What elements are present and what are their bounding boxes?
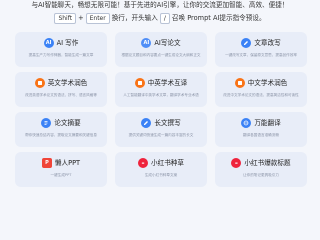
- long-text-icon: [141, 118, 152, 128]
- intro-text: 与AI智能聊天，畅想无限可能！基于先进的AI引擎，让你的交流更加智能、高效、便捷…: [31, 1, 289, 9]
- paper-icon: AI: [141, 38, 152, 48]
- card-desc: 人工智能翻译中英学术文章，翻译学术专业术语: [123, 93, 199, 97]
- card-desc: 改进英语学术论文的语法、拼写、语言风格等: [25, 93, 97, 97]
- shift-key-badge: Shift: [54, 12, 77, 24]
- card-ai-paper[interactable]: AI AI写论文 根据论文题目和内容要点一键生成论文大纲和正文: [115, 32, 207, 67]
- card-desc: 根据论文题目和内容要点一键生成论文大纲和正文: [121, 53, 201, 57]
- card-title: 小红书种草: [151, 158, 184, 167]
- card-abstract[interactable]: 论文摘要 帮你快速总结内容，提取论文摘要和关键信息: [15, 112, 107, 147]
- card-title: 万能翻译: [254, 118, 281, 127]
- cn-polish-icon: [234, 78, 245, 88]
- slash-key-badge: /: [159, 12, 170, 24]
- card-desc: 一键改写文章，保留原文意思，提高创作效率: [225, 53, 297, 57]
- xiaohongshu-title-icon: ▬: [231, 158, 242, 168]
- card-title: 中英学术互译: [147, 78, 188, 87]
- card-desc: 提高生产力写作神器，智能生成一篇文章: [28, 53, 94, 57]
- en-polish-icon: [34, 78, 45, 88]
- card-long-text[interactable]: 长文撰写 提供关键词快速生成一篇内容丰富的长文: [115, 112, 207, 147]
- ai-pen-icon: AI: [43, 38, 54, 48]
- card-title: 文章改写: [254, 38, 281, 47]
- card-desc: 翻译各国语言准确流畅: [243, 133, 279, 137]
- plus-sign: +: [78, 14, 84, 22]
- globe-translate-icon: [241, 118, 252, 128]
- card-xiaohongshu-seeding[interactable]: ▬ 小红书种草 生成小红书种草文案: [115, 152, 207, 187]
- ppt-icon: P: [41, 158, 52, 168]
- card-title: AI 写作: [56, 38, 79, 47]
- card-title: AI写论文: [154, 38, 181, 47]
- card-title: 论文摘要: [54, 118, 81, 127]
- card-desc: 帮你快速总结内容，提取论文摘要和关键信息: [25, 133, 97, 137]
- card-xiaohongshu-title[interactable]: ▬ 小红书爆款标题 让你的笔记更具吸引力: [215, 152, 307, 187]
- card-en-polish[interactable]: 英文学术润色 改进英语学术论文的语法、拼写、语言风格等: [15, 72, 107, 107]
- card-desc: 提供关键词快速生成一篇内容丰富的长文: [128, 133, 194, 137]
- card-lazy-ppt[interactable]: P 懒人PPT 一键生成PPT: [15, 152, 107, 187]
- xiaohongshu-icon: ▬: [138, 158, 149, 168]
- card-title: 长文撰写: [154, 118, 181, 127]
- card-title: 中文学术润色: [247, 78, 288, 87]
- card-desc: 生成小红书种草文案: [144, 173, 178, 177]
- card-title: 英文学术润色: [47, 78, 88, 87]
- card-desc: 让你的笔记更具吸引力: [243, 173, 279, 177]
- shortcut-hint: Shift + Enter 换行，开头输入 / 召唤 Prompt AI提示指令…: [0, 12, 320, 24]
- abstract-icon: [41, 118, 52, 128]
- shortcut-hint-suffix: 召唤 Prompt AI提示指令预设。: [171, 14, 266, 22]
- card-desc: 改进中文学术论文的语法、提高简洁性和可读性: [223, 93, 299, 97]
- card-title: 懒人PPT: [54, 158, 81, 167]
- card-ai-writing[interactable]: AI AI 写作 提高生产力写作神器，智能生成一篇文章: [15, 32, 107, 67]
- card-translate-academic[interactable]: 中英学术互译 人工智能翻译中英学术文章，翻译学术专业术语: [115, 72, 207, 107]
- card-title: 小红书爆款标题: [244, 158, 291, 167]
- translate-icon: [134, 78, 145, 88]
- card-universal-translate[interactable]: 万能翻译 翻译各国语言准确流畅: [215, 112, 307, 147]
- shortcut-hint-mid: 换行，开头输入: [111, 14, 158, 22]
- card-desc: 一键生成PPT: [50, 173, 72, 177]
- card-rewrite[interactable]: 文章改写 一键改写文章，保留原文意思，提高创作效率: [215, 32, 307, 67]
- enter-key-badge: Enter: [85, 12, 110, 24]
- rewrite-icon: [241, 38, 252, 48]
- intro-banner: 与AI智能聊天，畅想无限可能！基于先进的AI引擎，让你的交流更加智能、高效、便捷…: [0, 0, 320, 30]
- card-cn-polish[interactable]: 中文学术润色 改进中文学术论文的语法、提高简洁性和可读性: [215, 72, 307, 107]
